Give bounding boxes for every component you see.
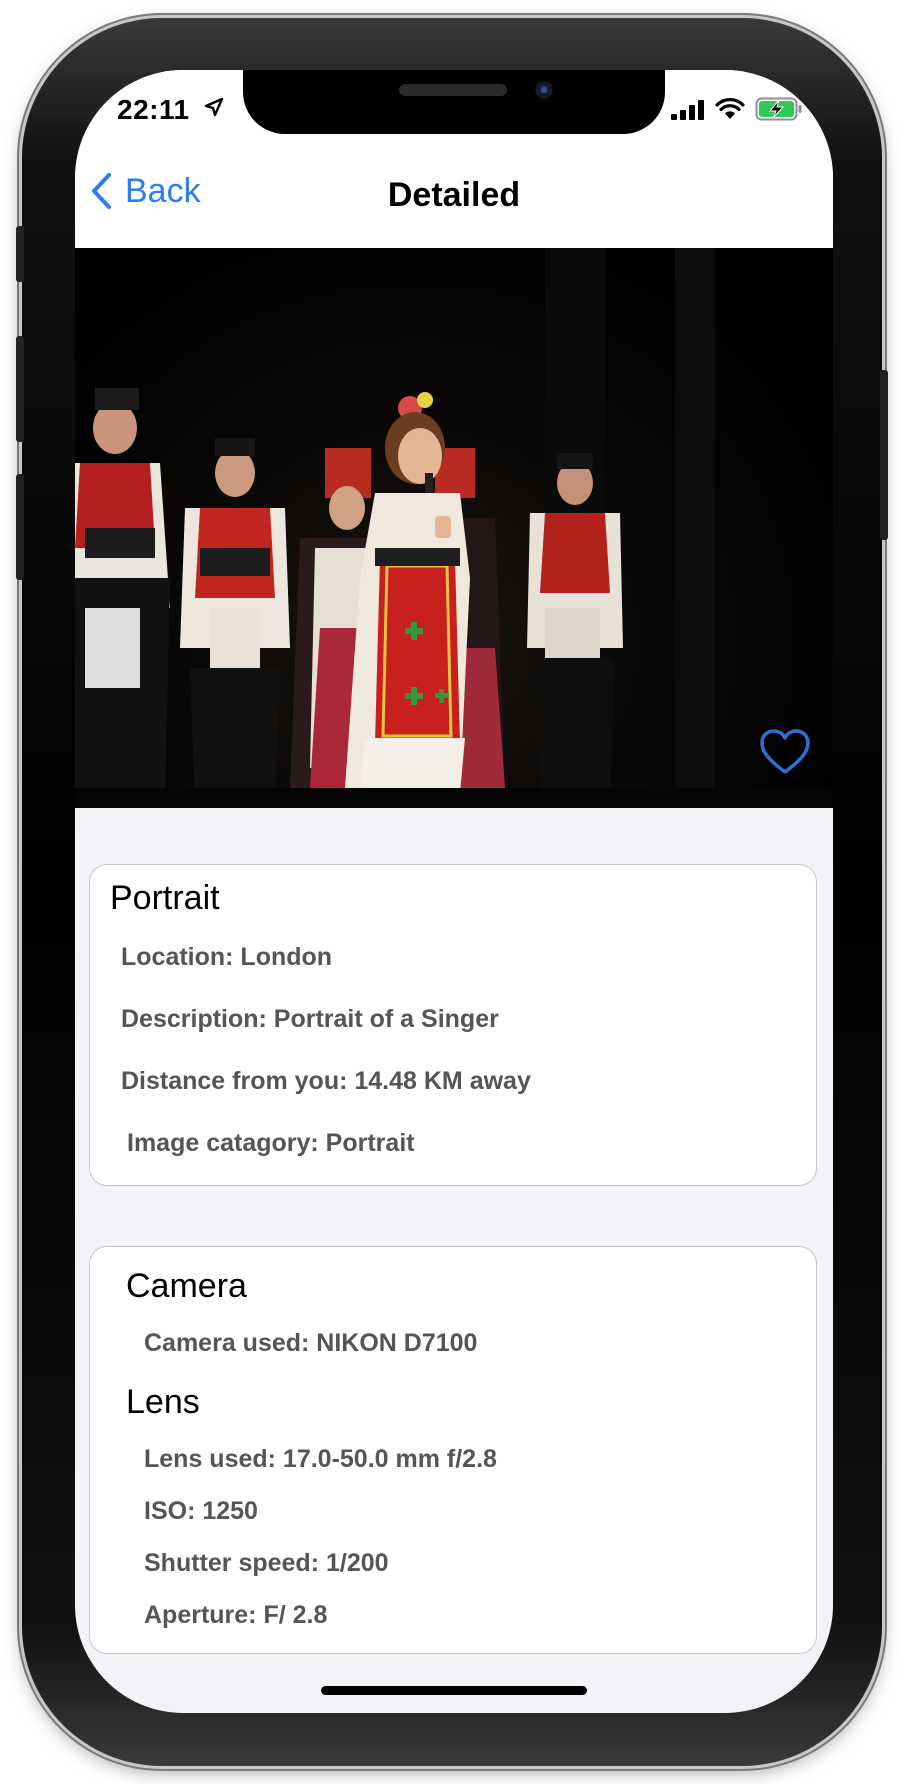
category-text: Image catagory: Portrait — [127, 1129, 415, 1157]
location-arrow-icon — [204, 97, 224, 117]
wifi-icon — [715, 98, 745, 119]
location-text: Location: London — [121, 943, 333, 971]
earpiece-speaker — [399, 84, 507, 96]
front-camera — [533, 80, 555, 102]
home-indicator[interactable] — [321, 1686, 587, 1695]
detail-photo — [75, 248, 833, 808]
cellular-signal-icon — [671, 100, 704, 120]
aperture-text: Aperture: F/ 2.8 — [144, 1601, 328, 1629]
camera-used-text: Camera used: NIKON D7100 — [144, 1329, 478, 1357]
screen: 22:11 Back Detailed Portrait Location: L… — [75, 70, 833, 1713]
photo-illustration — [75, 248, 833, 808]
distance-text: Distance from you: 14.48 KM away — [121, 1067, 531, 1095]
shutter-speed-text: Shutter speed: 1/200 — [144, 1549, 389, 1577]
favorite-heart-icon[interactable] — [759, 728, 811, 776]
camera-card: Camera Camera used: NIKON D7100 Lens Len… — [89, 1246, 817, 1654]
dancer-left-figure — [75, 388, 170, 808]
info-card-title: Portrait — [110, 879, 220, 917]
power-button — [880, 370, 888, 540]
dancer-second-figure — [180, 438, 290, 808]
iso-text: ISO: 1250 — [144, 1497, 258, 1525]
camera-heading: Camera — [126, 1267, 247, 1305]
mute-switch — [16, 226, 24, 282]
description-text: Description: Portrait of a Singer — [121, 1005, 499, 1033]
battery-charging-icon — [755, 97, 802, 121]
lens-used-text: Lens used: 17.0-50.0 mm f/2.8 — [144, 1445, 497, 1473]
volume-down-button — [16, 474, 24, 580]
lens-heading: Lens — [126, 1383, 200, 1421]
info-card: Portrait Location: London Description: P… — [89, 864, 817, 1186]
status-time: 22:11 — [117, 94, 190, 125]
navigation-bar: Back Detailed — [75, 140, 833, 248]
page-title: Detailed — [387, 176, 521, 214]
notch — [243, 70, 665, 134]
volume-up-button — [16, 336, 24, 442]
